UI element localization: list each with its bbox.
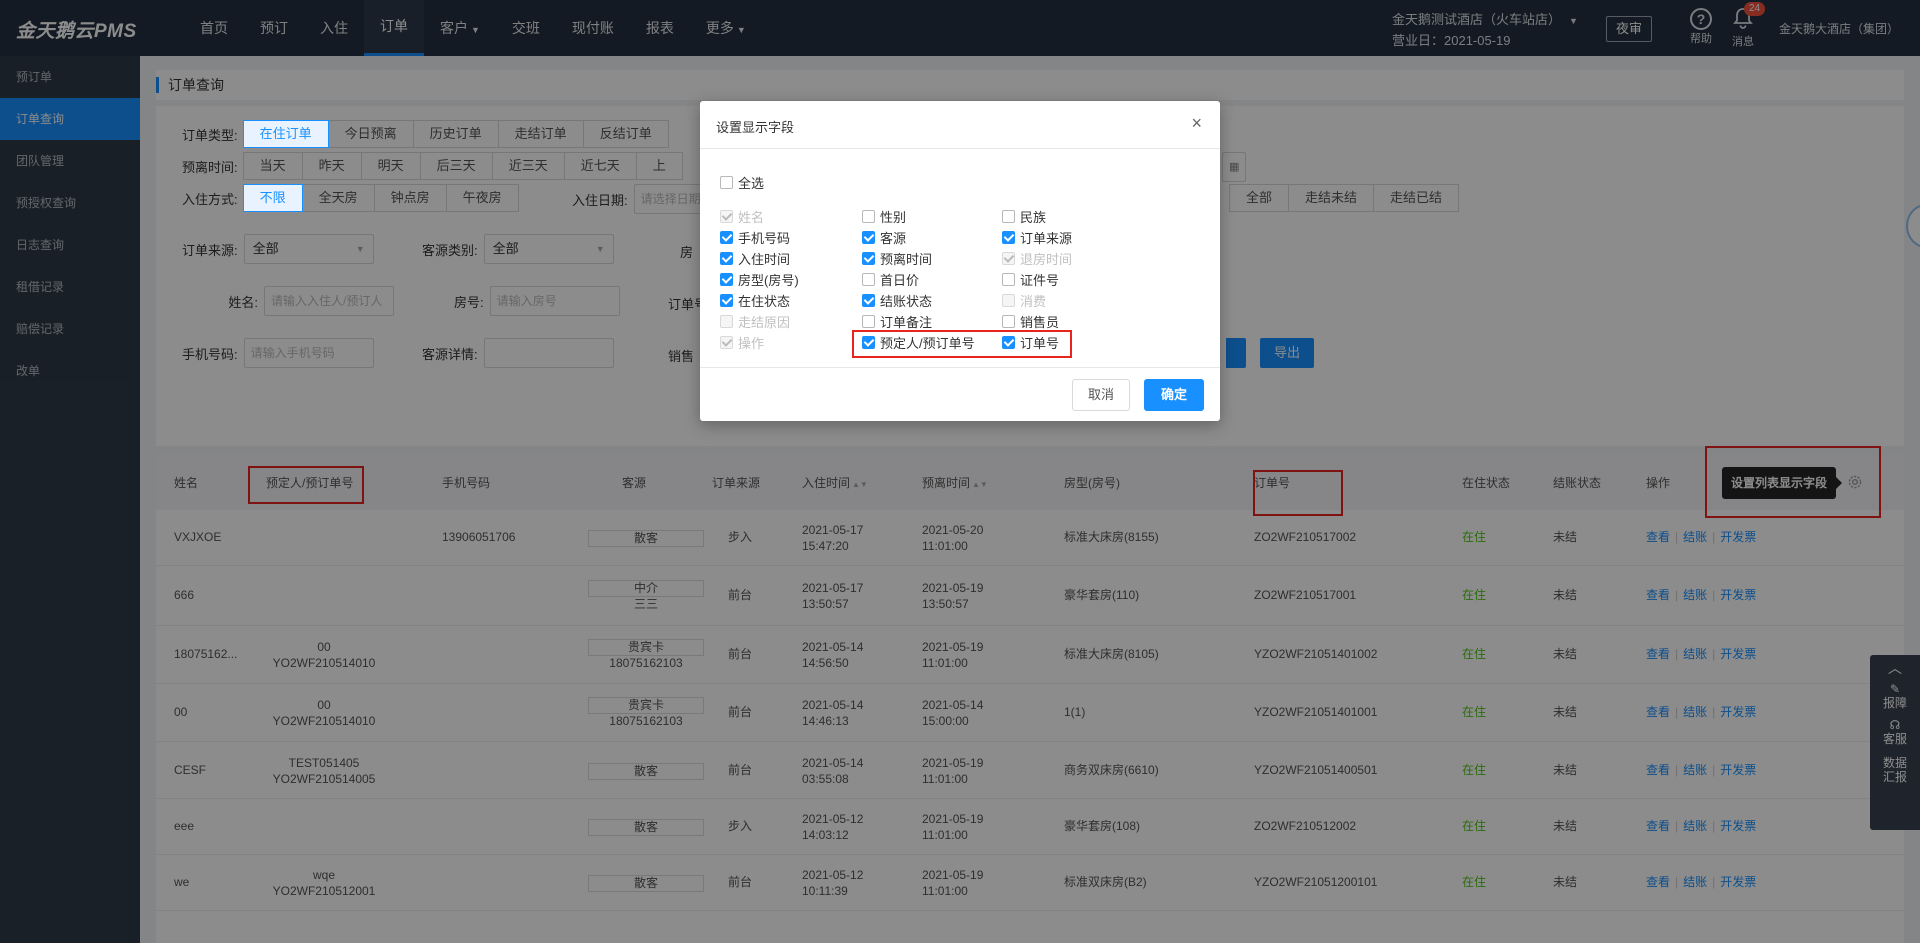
checkbox-box (1002, 294, 1015, 307)
field-checkbox[interactable]: 入住时间 (720, 249, 790, 268)
cancel-button[interactable]: 取消 (1072, 379, 1130, 411)
field-label: 民族 (1020, 210, 1047, 225)
field-checkbox[interactable]: 首日价 (862, 270, 919, 289)
checkbox-box (720, 315, 733, 328)
field-checkbox[interactable]: 性别 (862, 207, 906, 226)
display-fields-dialog: 设置显示字段 × 全选 姓名 性别 民族手机号码 客源 订单来源入住时间 预离时间 退房时间… (700, 101, 1220, 421)
field-checkbox: 操作 (720, 333, 764, 352)
field-label: 退房时间 (1020, 252, 1073, 267)
checkbox-box (862, 210, 875, 223)
checkbox-box (1002, 252, 1015, 265)
checkbox-box (720, 336, 733, 349)
checkbox-box (862, 252, 875, 265)
checkbox-box (720, 294, 733, 307)
field-checkbox[interactable]: 销售员 (1002, 312, 1059, 331)
dialog-footer-divider (700, 367, 1220, 368)
field-label: 订单来源 (1020, 231, 1073, 246)
field-label: 房型(房号) (738, 273, 799, 288)
tab-in-house[interactable]: 在住订单 (242, 120, 329, 148)
dialog-title: 设置显示字段 (716, 120, 795, 135)
field-checkbox: 走结原因 (720, 312, 790, 331)
field-checkbox[interactable]: 在住状态 (720, 291, 790, 310)
field-label: 消费 (1020, 294, 1047, 309)
field-label: 性别 (880, 210, 907, 225)
field-checkbox: 退房时间 (1002, 249, 1072, 268)
close-icon[interactable]: × (1191, 113, 1202, 134)
select-all-checkbox[interactable]: 全选 (720, 173, 764, 192)
field-checkbox[interactable]: 手机号码 (720, 228, 790, 247)
checkbox-box (862, 273, 875, 286)
field-checkbox: 消费 (1002, 291, 1046, 310)
field-label: 在住状态 (738, 294, 791, 309)
field-checkbox[interactable]: 订单备注 (862, 312, 932, 331)
field-label: 客源 (880, 231, 907, 246)
field-label: 订单备注 (880, 315, 933, 330)
field-label: 手机号码 (738, 231, 791, 246)
checkbox-box (720, 273, 733, 286)
field-label: 结账状态 (880, 294, 933, 309)
field-checkbox[interactable]: 订单来源 (1002, 228, 1072, 247)
checkbox-box (862, 294, 875, 307)
checkbox-box (720, 176, 733, 189)
checkbox-box (862, 315, 875, 328)
checkbox-box (720, 210, 733, 223)
field-label: 入住时间 (738, 252, 791, 267)
confirm-button[interactable]: 确定 (1144, 379, 1204, 411)
dialog-header: 设置显示字段 × (700, 101, 1220, 149)
checkbox-box (720, 252, 733, 265)
field-checkbox: 姓名 (720, 207, 764, 226)
checkbox-box (862, 231, 875, 244)
field-label: 姓名 (738, 210, 765, 225)
field-checkbox[interactable]: 结账状态 (862, 291, 932, 310)
checkbox-box (1002, 315, 1015, 328)
field-checkbox[interactable]: 民族 (1002, 207, 1046, 226)
select-all-label: 全选 (738, 176, 765, 191)
field-label: 证件号 (1020, 273, 1060, 288)
field-label: 预离时间 (880, 252, 933, 267)
field-checkbox[interactable]: 客源 (862, 228, 906, 247)
checkin-mode-any[interactable]: 不限 (242, 184, 303, 212)
field-checkbox[interactable]: 预离时间 (862, 249, 932, 268)
checkbox-box (1002, 273, 1015, 286)
field-label: 销售员 (1020, 315, 1060, 330)
checkbox-box (720, 231, 733, 244)
field-label: 首日价 (880, 273, 920, 288)
checkbox-box (1002, 231, 1015, 244)
field-checkbox[interactable]: 证件号 (1002, 270, 1059, 289)
field-label: 操作 (738, 336, 765, 351)
checkbox-box (1002, 210, 1015, 223)
field-label: 走结原因 (738, 315, 791, 330)
highlight-new-fields (852, 330, 1072, 358)
field-checkbox[interactable]: 房型(房号) (720, 270, 799, 289)
